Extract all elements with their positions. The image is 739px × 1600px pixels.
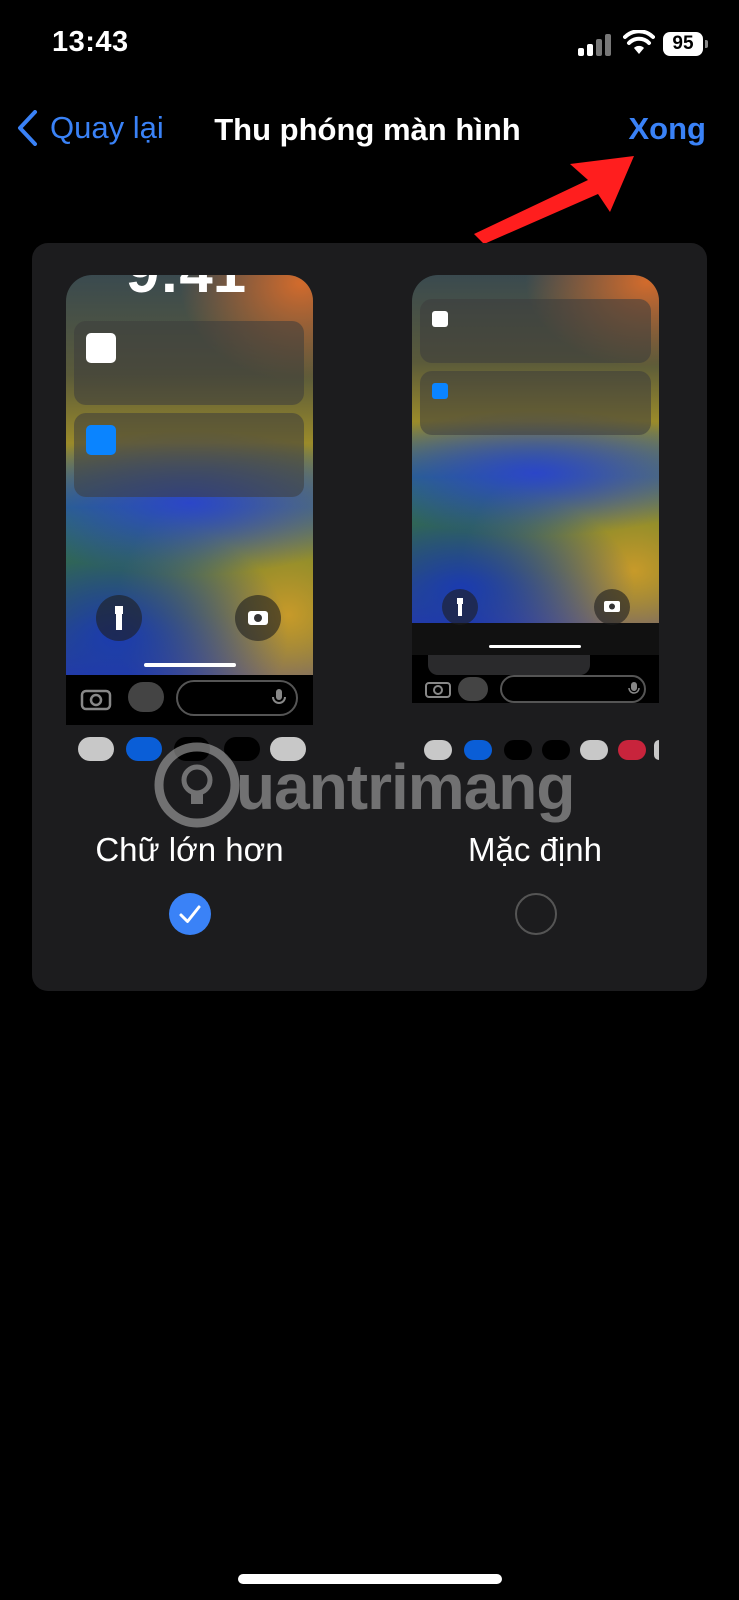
preview-home-bar [489, 645, 581, 648]
radio-default-unselected[interactable] [515, 893, 557, 935]
preview-default[interactable] [412, 275, 659, 760]
preview-message-bar [66, 675, 313, 725]
preview-notification [420, 299, 651, 363]
preview-notification [74, 413, 304, 497]
lightbulb-icon [154, 742, 240, 828]
camera-icon [80, 689, 112, 711]
message-bubble-swatch [618, 740, 646, 760]
preview-notification [74, 321, 304, 405]
preview-larger-text[interactable]: 9:41 [66, 275, 313, 761]
preview-input [500, 675, 646, 703]
status-time: 13:43 [52, 26, 129, 58]
radio-larger-text-selected[interactable] [169, 893, 211, 935]
camera-icon [425, 682, 451, 698]
preview-home-bar [144, 663, 236, 667]
home-indicator[interactable] [238, 1574, 502, 1584]
battery-indicator: 95 [663, 32, 708, 56]
done-button[interactable]: Xong [629, 111, 707, 147]
microphone-icon [628, 682, 640, 694]
option-label-larger-text[interactable]: Chữ lớn hơn [72, 831, 307, 869]
message-bubble-swatch [78, 737, 114, 761]
watermark-logo: uantrimang [152, 736, 592, 836]
zoom-options-card: 9:41 [32, 243, 707, 991]
option-label-default[interactable]: Mặc định [420, 831, 650, 869]
annotation-arrow-icon [474, 156, 634, 244]
app-store-icon [128, 682, 164, 712]
cellular-signal-icon [578, 34, 614, 56]
microphone-icon [272, 689, 286, 704]
app-store-icon [458, 677, 488, 701]
camera-icon [594, 589, 630, 625]
message-bubble-swatch [654, 740, 659, 760]
preview-notification [420, 371, 651, 435]
checkmark-icon [179, 905, 201, 923]
watermark-text: uantrimang [236, 751, 575, 823]
preview-clock: 9:41 [126, 275, 246, 306]
wifi-icon [623, 30, 655, 54]
preview-message-bar [412, 655, 659, 703]
camera-icon [235, 595, 281, 641]
flashlight-icon [96, 595, 142, 641]
flashlight-icon [442, 589, 478, 625]
